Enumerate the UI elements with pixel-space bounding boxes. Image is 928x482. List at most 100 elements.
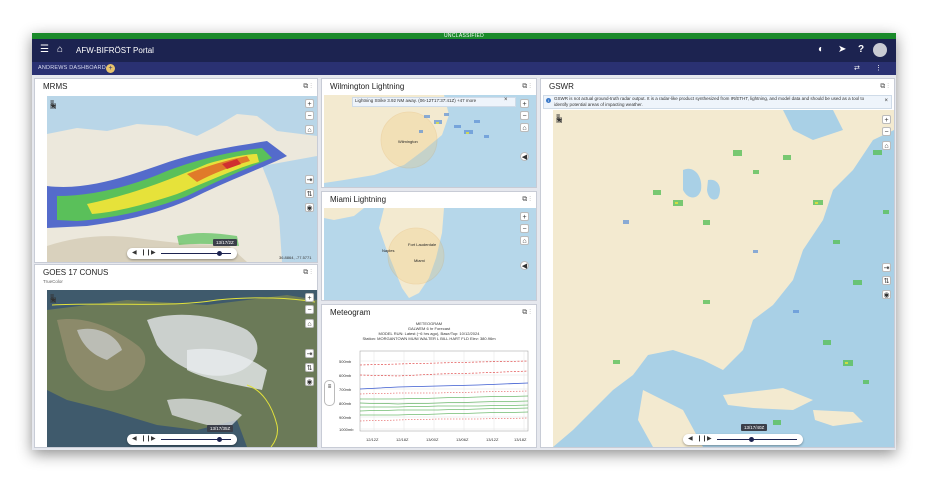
mrms-coordinates: 36.8864, -77.5771	[279, 255, 312, 260]
zoom-out-button[interactable]: −	[305, 305, 314, 314]
naples-label: Naples	[382, 248, 395, 253]
wilmington-label: Wilmington	[398, 139, 418, 144]
draw-icon[interactable]: ✎	[50, 297, 56, 305]
lightning-alert-banner: Lightning Strike 3.92 NM away. (06-12T17…	[352, 97, 516, 107]
meteogram-menu-button[interactable]: ≡	[324, 380, 335, 406]
zoom-out-button[interactable]: −	[520, 224, 529, 233]
meteogram-panel: Meteogram ⧉ ⋮ METEOGRAM GALWEM 6 hr Fore…	[321, 304, 537, 448]
login-icon[interactable]: ⇥	[882, 263, 891, 272]
user-avatar[interactable]	[873, 43, 887, 57]
home-view-button[interactable]: ⌂	[305, 319, 314, 328]
close-icon[interactable]: ×	[504, 97, 508, 103]
miami-label: Miami	[414, 258, 425, 263]
tab-andrews-dashboard[interactable]: ANDREWS DASHBOARD	[38, 65, 106, 72]
y-tick-500: 500mb	[339, 359, 352, 364]
help-icon[interactable]: ?	[858, 44, 864, 56]
draw-icon[interactable]: ✎	[50, 103, 56, 111]
more-icon[interactable]: ⋮	[887, 83, 889, 90]
more-icon[interactable]: ⋮	[310, 269, 312, 276]
x-tick-3: 13/00Z	[426, 437, 439, 442]
home-view-button[interactable]: ⌂	[520, 236, 529, 245]
zoom-in-button[interactable]: +	[520, 212, 529, 221]
contrast-icon[interactable]: ◐	[818, 44, 824, 56]
popout-icon[interactable]: ⧉	[522, 83, 527, 90]
zoom-out-button[interactable]: −	[882, 127, 891, 136]
y-tick-1000: 1000mb	[339, 427, 354, 432]
app-title: AFW-BIFRÖST Portal	[76, 46, 154, 55]
fort-lauderdale-label: Fort Lauderdale	[408, 242, 437, 247]
gswr-time-slider[interactable]: ◀ ❙❙ ▶	[683, 434, 803, 445]
goes-subtitle: TrueColor	[43, 279, 63, 284]
home-icon[interactable]: ⌂	[57, 44, 63, 56]
login-icon[interactable]: ⇥	[305, 175, 314, 184]
login-icon[interactable]: ⇥	[305, 349, 314, 358]
tabbar-more-icon[interactable]: ⋮	[875, 64, 882, 73]
x-tick-2: 12/18Z	[396, 437, 409, 442]
locate-icon[interactable]: ◉	[882, 290, 891, 299]
home-view-button[interactable]: ⌂	[305, 125, 314, 134]
gswr-panel: GSWR ⧉ ⋮ i GSWR is not actual ground-tru…	[540, 78, 895, 448]
menu-icon[interactable]: ☰	[40, 44, 49, 56]
slider-thumb[interactable]	[217, 437, 222, 442]
popout-icon[interactable]: ⧉	[522, 196, 527, 203]
transform-icon[interactable]: ⇅	[882, 276, 891, 285]
popout-icon[interactable]: ⧉	[880, 83, 885, 90]
miami-lightning-panel: Miami Lightning ⧉ ⋮ Fort Lauderdale Miam…	[321, 191, 537, 301]
prev-frame-icon[interactable]: ◀	[132, 435, 137, 444]
goes-title: GOES 17 CONUS	[43, 268, 109, 277]
zoom-in-button[interactable]: +	[882, 115, 891, 124]
transform-icon[interactable]: ⇅	[305, 363, 314, 372]
popout-icon[interactable]: ⧉	[303, 83, 308, 90]
more-icon[interactable]: ⋮	[529, 309, 531, 316]
mrms-radar-image	[47, 96, 317, 262]
goes-time-slider[interactable]: ◀ ❙❙ ▶	[127, 434, 237, 445]
x-tick-1: 12/12Z	[366, 437, 379, 442]
goes-satellite-image	[47, 290, 317, 447]
pause-icon[interactable]: ❙❙	[697, 435, 707, 444]
slider-thumb[interactable]	[217, 251, 222, 256]
sound-icon[interactable]: ◀	[520, 261, 529, 270]
next-frame-icon[interactable]: ▶	[151, 249, 156, 258]
more-icon[interactable]: ⋮	[529, 83, 531, 90]
meteogram-station: Station: MORGANTOWN MUNI WALTER L BILL H…	[362, 336, 496, 341]
pause-icon[interactable]: ❙❙	[141, 249, 151, 258]
wilmington-header: Wilmington Lightning ⧉ ⋮	[322, 79, 536, 94]
wilmington-lightning-panel: Wilmington Lightning ⧉ ⋮ Lightning Strik…	[321, 78, 537, 188]
prev-frame-icon[interactable]: ◀	[132, 249, 137, 258]
zoom-in-button[interactable]: +	[520, 99, 529, 108]
zoom-out-button[interactable]: −	[520, 111, 529, 120]
goes-timestamp: 13/17/35Z	[207, 425, 234, 432]
locate-icon[interactable]: ◉	[305, 203, 314, 212]
y-tick-900: 900mb	[339, 415, 352, 420]
next-frame-icon[interactable]: ▶	[151, 435, 156, 444]
goes-satellite-map[interactable]: ≡ ★ ▤ ✎ + − ⌂ ⇥ ⇅ ◉ 13/17/35Z ◀ ❙❙ ▶	[47, 290, 317, 447]
mrms-time-slider[interactable]: ◀ ❙❙ ▶	[127, 248, 237, 259]
draw-icon[interactable]: ✎	[556, 117, 562, 125]
next-frame-icon[interactable]: ▶	[707, 435, 712, 444]
gswr-map[interactable]: ≡ ★ ▤ ✎ + − ⌂ ⇥ ⇅ ◉ 13/17/40Z ◀ ❙❙ ▶	[553, 110, 894, 447]
wilmington-lightning-map[interactable]: Lightning Strike 3.92 NM away. (06-12T17…	[324, 95, 536, 187]
gswr-header: GSWR ⧉ ⋮	[541, 79, 894, 94]
sound-icon[interactable]: ◀	[520, 152, 529, 161]
send-icon[interactable]: ➤	[838, 44, 846, 56]
home-view-button[interactable]: ⌂	[882, 141, 891, 150]
zoom-out-button[interactable]: −	[305, 111, 314, 120]
y-tick-800: 800mb	[339, 401, 352, 406]
share-icon[interactable]: ⇄	[854, 64, 860, 73]
pause-icon[interactable]: ❙❙	[141, 435, 151, 444]
prev-frame-icon[interactable]: ◀	[688, 435, 693, 444]
mrms-radar-map[interactable]: ≡ ★ ▤ ✎ + − ⌂ ⇥ ⇅ ◉ 13/17/2Z ◀ ❙❙ ▶ 36.8…	[47, 96, 317, 262]
locate-icon[interactable]: ◉	[305, 377, 314, 386]
more-icon[interactable]: ⋮	[310, 83, 312, 90]
zoom-in-button[interactable]: +	[305, 293, 314, 302]
miami-lightning-map[interactable]: Fort Lauderdale Miami Naples + − ⌂ ◀	[324, 208, 536, 300]
zoom-in-button[interactable]: +	[305, 99, 314, 108]
more-icon[interactable]: ⋮	[529, 196, 531, 203]
slider-thumb[interactable]	[749, 437, 754, 442]
add-tab-button[interactable]: +	[106, 64, 115, 73]
popout-icon[interactable]: ⧉	[303, 269, 308, 276]
transform-icon[interactable]: ⇅	[305, 189, 314, 198]
home-view-button[interactable]: ⌂	[520, 123, 529, 132]
popout-icon[interactable]: ⧉	[522, 309, 527, 316]
close-icon[interactable]: ×	[884, 98, 888, 104]
